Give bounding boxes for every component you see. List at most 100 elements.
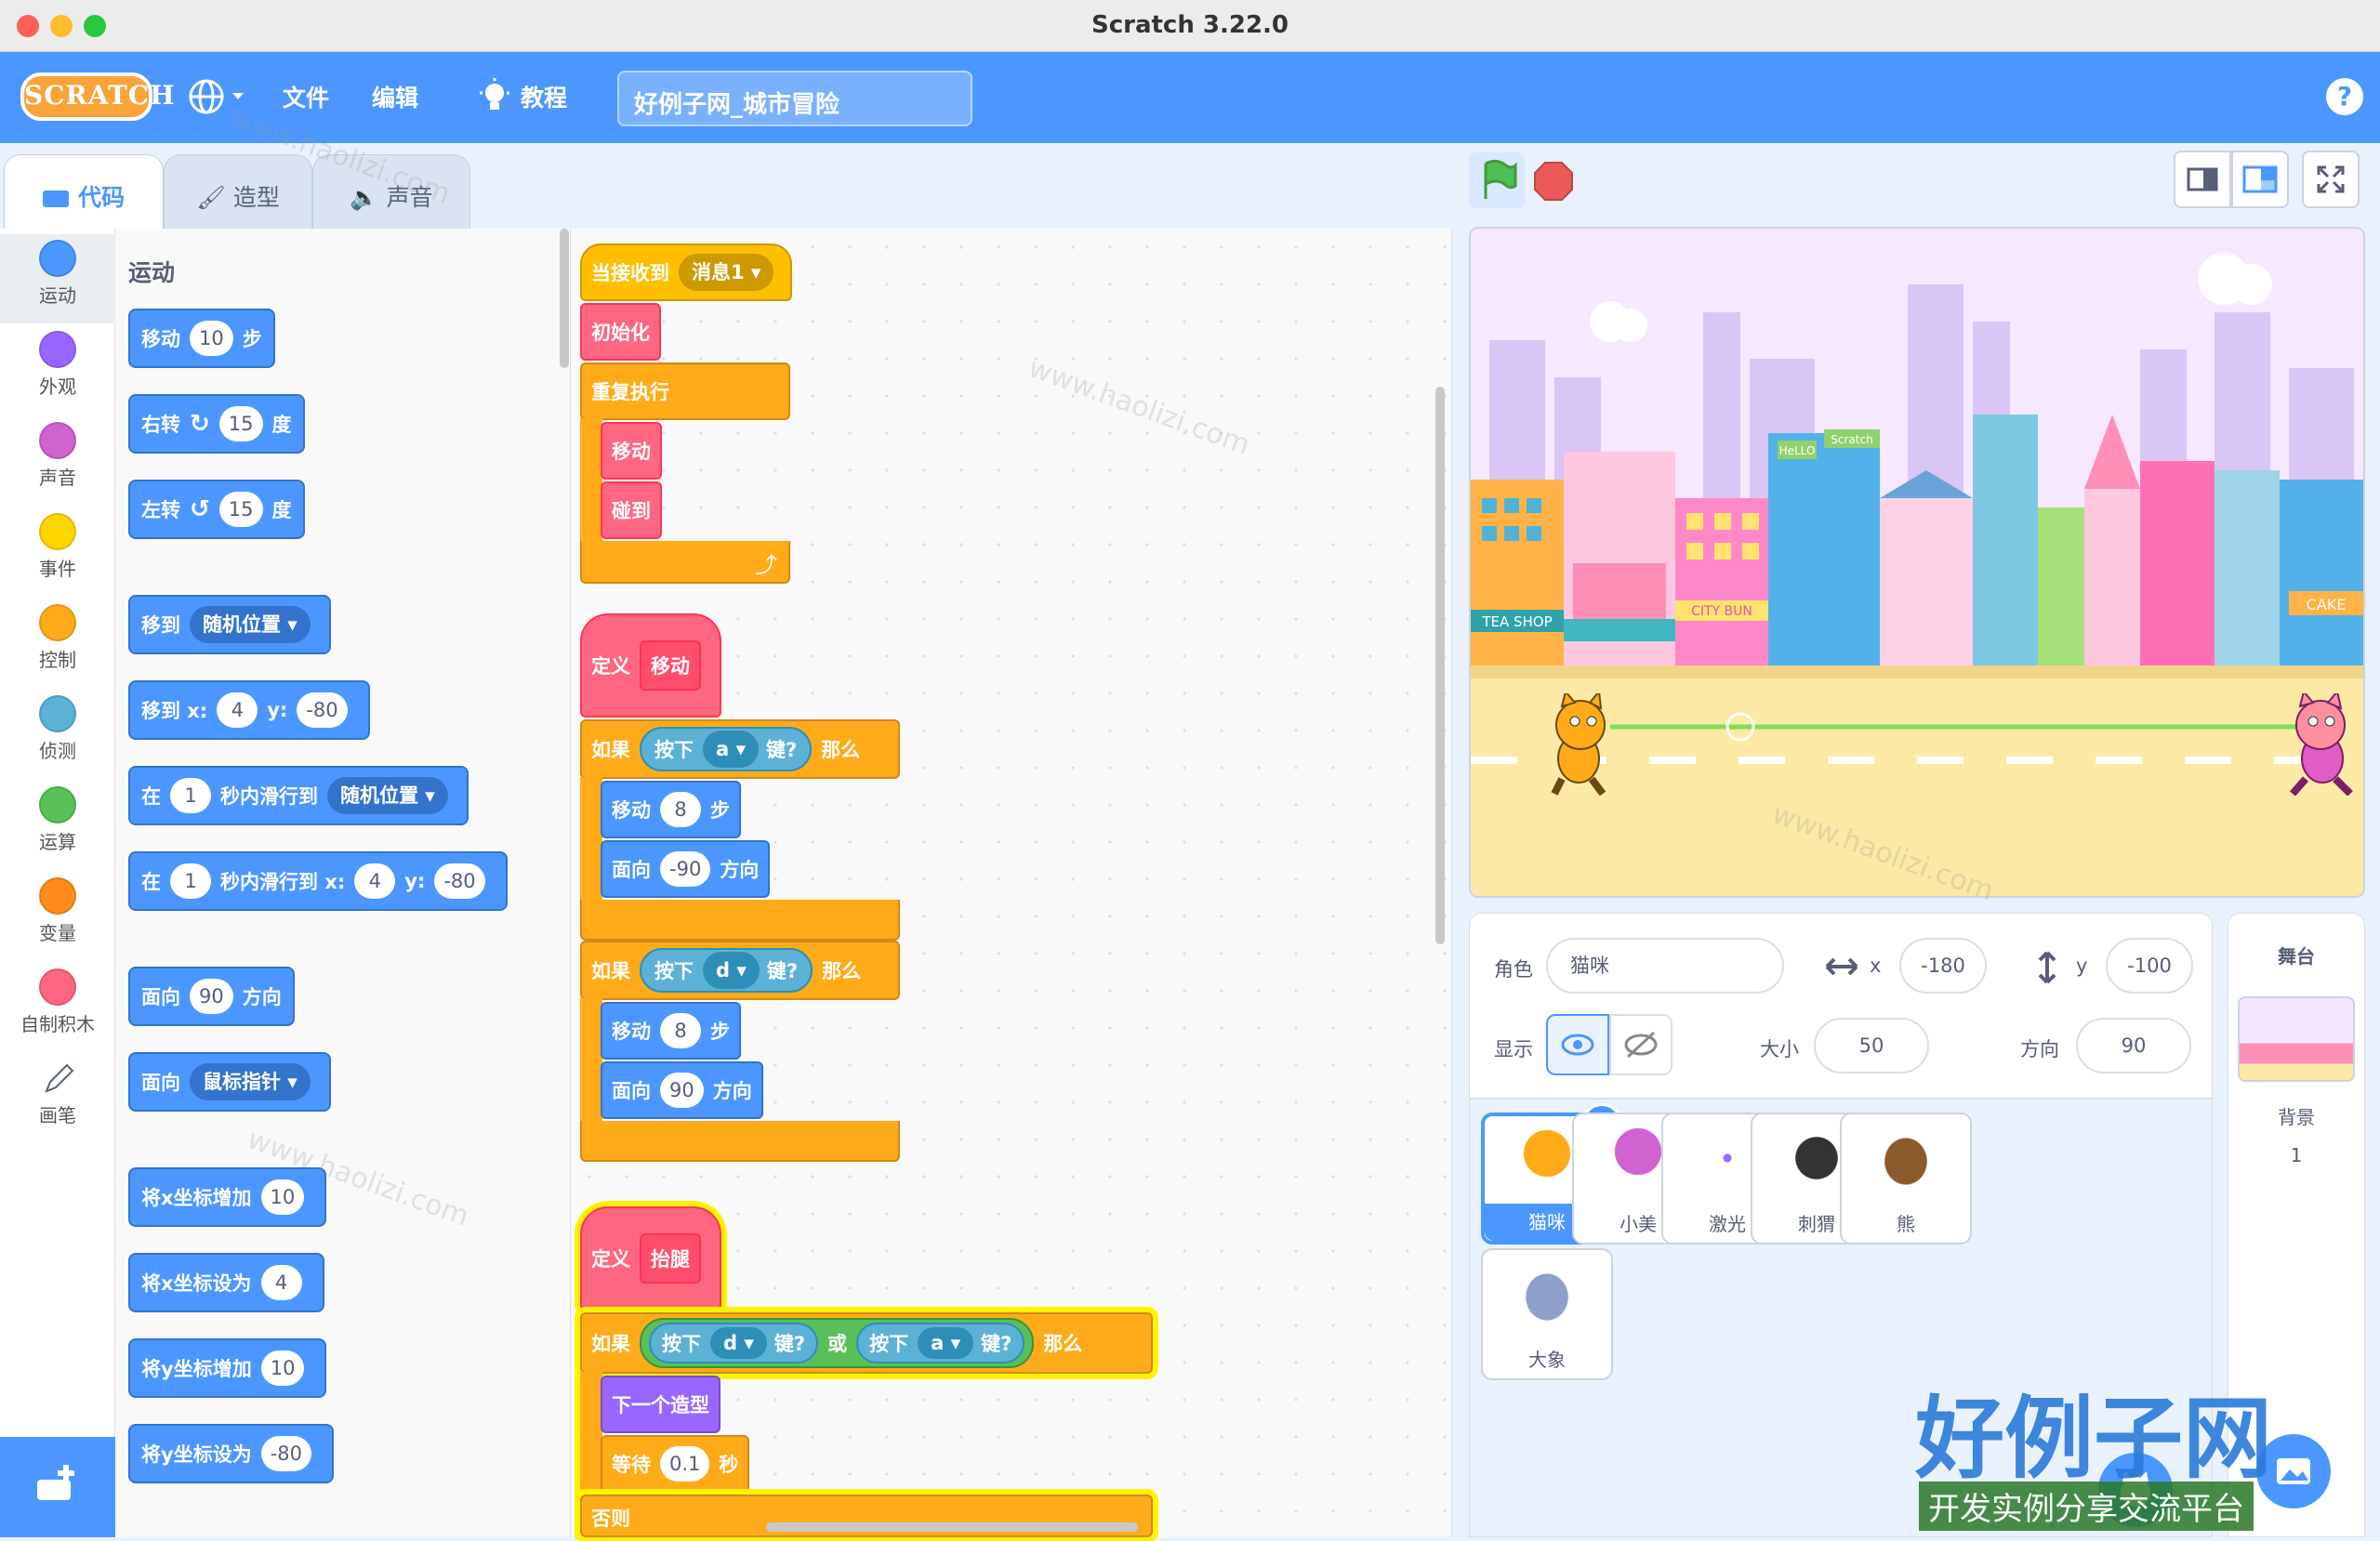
goto-block[interactable]: 移到 随机位置 ▾: [128, 595, 331, 654]
key-pressed-d-block[interactable]: 按下 d ▾ 键?: [640, 948, 813, 993]
sprite-name-input[interactable]: 猫咪: [1546, 938, 1784, 994]
category-looks[interactable]: 外观: [0, 331, 115, 399]
move-8-steps-block[interactable]: 移动 8 步: [601, 781, 741, 838]
glide-block[interactable]: 在 1 秒内滑行到 随机位置 ▾: [128, 766, 469, 825]
key-a-dropdown[interactable]: a ▾: [918, 1327, 974, 1359]
change-y-input[interactable]: 10: [260, 1350, 305, 1386]
add-extension-button[interactable]: [0, 1437, 115, 1537]
steps-input[interactable]: 8: [660, 1013, 701, 1048]
next-costume-block[interactable]: 下一个造型: [601, 1376, 721, 1433]
point-towards-dropdown[interactable]: 鼠标指针 ▾: [190, 1063, 311, 1100]
move-8-steps-block[interactable]: 移动 8 步: [601, 1002, 741, 1060]
key-d-dropdown[interactable]: d ▾: [703, 952, 760, 989]
key-a-dropdown[interactable]: a ▾: [703, 731, 760, 768]
help-button[interactable]: ?: [2326, 78, 2363, 115]
key-d-dropdown[interactable]: d ▾: [710, 1327, 767, 1359]
set-x-input[interactable]: 4: [260, 1265, 302, 1300]
script-area[interactable]: 当接收到 消息1 ▾ 初始化 重复执行 移动 碰到 ⤴ 定义 移动 如果 按下 …: [571, 229, 1986, 1539]
script-horizontal-scrollbar[interactable]: [766, 1522, 1138, 1532]
stage-canvas[interactable]: TEA SHOP CITY BUN HeLLO Scratch CAKE: [1469, 227, 2365, 898]
hit-call-block[interactable]: 碰到: [601, 481, 662, 539]
move-call-block[interactable]: 移动: [601, 422, 662, 480]
language-menu[interactable]: [186, 76, 247, 123]
palette-scrollbar[interactable]: [560, 229, 569, 368]
seconds-input[interactable]: 1: [170, 863, 211, 899]
key-pressed-a-block[interactable]: 按下 a ▾ 键?: [640, 727, 813, 771]
scratch-logo[interactable]: SCRATCH: [20, 72, 175, 121]
if-a-pressed-block[interactable]: 如果 按下 a ▾ 键? 那么: [580, 719, 900, 779]
project-title-input[interactable]: 好例子网_城市冒险: [617, 71, 972, 126]
tab-sounds[interactable]: 🔈 声音: [312, 154, 470, 230]
point-direction-block[interactable]: 面向 90 方向: [128, 967, 295, 1026]
point-90-block[interactable]: 面向 90 方向: [601, 1061, 763, 1119]
wait-block[interactable]: 等待 0.1 秒: [601, 1435, 750, 1493]
tab-costumes[interactable]: 🖌 造型: [164, 154, 312, 230]
set-y-block[interactable]: 将y坐标设为 -80: [128, 1424, 335, 1483]
category-sound[interactable]: 声音: [0, 422, 115, 490]
sprite-tile-bear[interactable]: 熊: [1840, 1113, 1972, 1245]
stop-button[interactable]: [1534, 162, 1573, 201]
category-control[interactable]: 控制: [0, 604, 115, 672]
y-input[interactable]: -100: [2106, 938, 2193, 994]
goto-xy-block[interactable]: 移到 x: 4 y: -80: [128, 680, 370, 740]
point-towards-block[interactable]: 面向 鼠标指针 ▾: [128, 1052, 331, 1112]
category-events[interactable]: 事件: [0, 513, 115, 581]
sprite-tile-elephant[interactable]: 大象: [1481, 1248, 1613, 1380]
define-move-hat-block[interactable]: 定义 移动: [580, 613, 721, 718]
direction-input[interactable]: 90: [2076, 1018, 2191, 1073]
hide-sprite-button[interactable]: [1609, 1014, 1673, 1075]
if-d-pressed-block[interactable]: 如果 按下 d ▾ 键? 那么: [580, 941, 900, 1000]
if-else-block[interactable]: 如果 按下 d ▾ 键? 或 按下 a ▾ 键? 那么: [580, 1312, 1153, 1374]
point-neg90-block[interactable]: 面向 -90 方向: [601, 840, 771, 898]
green-flag-button[interactable]: [1469, 152, 1525, 208]
change-x-input[interactable]: 10: [260, 1179, 305, 1215]
tutorials-menu[interactable]: 教程: [478, 78, 567, 115]
init-call-block[interactable]: 初始化: [580, 303, 661, 361]
category-pen[interactable]: 画笔: [0, 1060, 115, 1127]
goto-target-dropdown[interactable]: 随机位置 ▾: [190, 606, 311, 643]
steps-input[interactable]: 8: [660, 792, 701, 827]
fullscreen-button[interactable]: [2302, 151, 2360, 208]
message-dropdown[interactable]: 消息1 ▾: [679, 254, 774, 291]
small-stage-button[interactable]: [2174, 151, 2231, 208]
direction-input[interactable]: 90: [190, 979, 233, 1014]
when-receive-hat-block[interactable]: 当接收到 消息1 ▾: [580, 244, 793, 301]
script-vertical-scrollbar[interactable]: [1435, 387, 1445, 944]
y-input[interactable]: -80: [297, 692, 348, 728]
glide-xy-block[interactable]: 在 1 秒内滑行到 x: 4 y: -80: [128, 851, 508, 911]
x-input[interactable]: -180: [1899, 938, 1987, 994]
category-motion[interactable]: 运动: [0, 234, 115, 323]
turn-right-block[interactable]: 右转 ↻ 15 度: [128, 394, 305, 454]
or-operator-block[interactable]: 按下 d ▾ 键? 或 按下 a ▾ 键?: [640, 1318, 1035, 1368]
direction-input[interactable]: 90: [660, 1073, 704, 1108]
size-input[interactable]: 50: [1814, 1018, 1929, 1073]
tab-code[interactable]: 代码: [4, 154, 164, 230]
change-y-block[interactable]: 将y坐标增加 10: [128, 1338, 327, 1398]
x-input[interactable]: 4: [217, 692, 258, 728]
forever-block[interactable]: 重复执行: [580, 362, 790, 420]
steps-input[interactable]: 10: [190, 321, 233, 356]
degrees-input[interactable]: 15: [218, 492, 263, 527]
glide-target-dropdown[interactable]: 随机位置 ▾: [327, 777, 448, 814]
x-input[interactable]: 4: [354, 863, 396, 899]
category-operators[interactable]: 运算: [0, 786, 115, 854]
category-sensing[interactable]: 侦测: [0, 695, 115, 763]
edit-menu[interactable]: 编辑: [372, 80, 418, 113]
move-steps-block[interactable]: 移动 10 步: [128, 309, 275, 368]
change-x-block[interactable]: 将x坐标增加 10: [128, 1167, 327, 1227]
show-sprite-button[interactable]: [1546, 1014, 1609, 1075]
normal-stage-button[interactable]: [2231, 151, 2289, 208]
category-variables[interactable]: 变量: [0, 877, 115, 945]
set-y-input[interactable]: -80: [260, 1436, 312, 1471]
key-pressed-a-block[interactable]: 按下 a ▾ 键?: [856, 1323, 1025, 1363]
wait-seconds-input[interactable]: 0.1: [660, 1446, 710, 1482]
file-menu[interactable]: 文件: [283, 80, 329, 113]
turn-left-block[interactable]: 左转 ↺ 15 度: [128, 480, 305, 539]
seconds-input[interactable]: 1: [170, 778, 211, 813]
category-my-blocks[interactable]: 自制积木: [0, 968, 115, 1036]
key-pressed-d-block[interactable]: 按下 d ▾ 键?: [649, 1323, 819, 1363]
set-x-block[interactable]: 将x坐标设为 4: [128, 1253, 324, 1312]
y-input[interactable]: -80: [434, 863, 485, 899]
degrees-input[interactable]: 15: [218, 406, 263, 441]
define-leg-hat-block[interactable]: 定义 抬腿: [580, 1206, 721, 1311]
